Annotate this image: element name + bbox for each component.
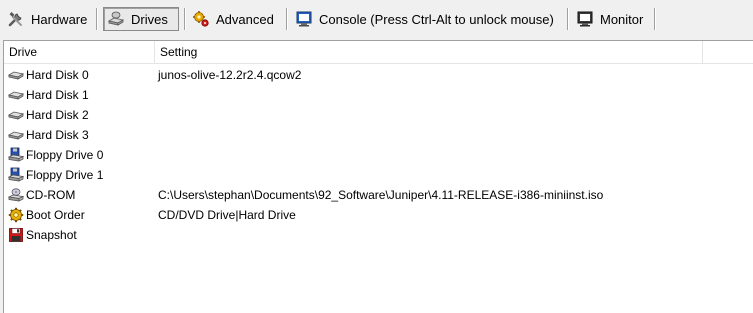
drives-icon bbox=[107, 10, 125, 28]
drive-name: Hard Disk 0 bbox=[26, 68, 89, 82]
drive-name: Floppy Drive 0 bbox=[26, 148, 104, 162]
console-button[interactable]: Console (Press Ctrl-Alt to unlock mouse) bbox=[292, 7, 558, 31]
gears-icon bbox=[192, 10, 210, 28]
cd-rom-icon bbox=[8, 187, 24, 203]
toolbar-separator bbox=[184, 8, 186, 30]
table-row[interactable]: Boot Order CD/DVD Drive|Hard Drive bbox=[4, 205, 753, 225]
drive-name: Hard Disk 3 bbox=[26, 128, 89, 142]
drives-list[interactable]: Drive Setting Hard Disk 0 junos-olive-12… bbox=[3, 40, 753, 313]
hard-disk-icon bbox=[8, 67, 24, 83]
console-label: Console (Press Ctrl-Alt to unlock mouse) bbox=[319, 11, 554, 27]
hard-disk-icon bbox=[8, 107, 24, 123]
drive-name: Snapshot bbox=[26, 228, 77, 242]
drive-name: Boot Order bbox=[26, 208, 85, 222]
drive-setting: CD/DVD Drive|Hard Drive bbox=[158, 208, 296, 222]
table-row[interactable]: CD-ROM C:\Users\stephan\Documents\92_Sof… bbox=[4, 185, 753, 205]
toolbar-separator bbox=[286, 8, 288, 30]
table-row[interactable]: Hard Disk 3 bbox=[4, 125, 753, 145]
list-header: Drive Setting bbox=[4, 41, 753, 64]
advanced-label: Advanced bbox=[216, 11, 274, 27]
floppy-drive-icon bbox=[8, 147, 24, 163]
drives-button[interactable]: Drives bbox=[103, 7, 179, 31]
table-row[interactable]: Snapshot bbox=[4, 225, 753, 245]
boot-order-icon bbox=[8, 207, 24, 223]
monitor-label: Monitor bbox=[600, 11, 644, 27]
table-row[interactable]: Floppy Drive 0 bbox=[4, 145, 753, 165]
table-row[interactable]: Hard Disk 1 bbox=[4, 85, 753, 105]
column-header-setting[interactable]: Setting bbox=[155, 41, 665, 63]
drive-name: Floppy Drive 1 bbox=[26, 168, 104, 182]
hard-disk-icon bbox=[8, 87, 24, 103]
drive-setting: C:\Users\stephan\Documents\92_Software\J… bbox=[158, 188, 604, 202]
hardware-label: Hardware bbox=[31, 11, 88, 27]
toolbar: Hardware Drives Advanced Console (Press … bbox=[0, 0, 753, 38]
floppy-drive-icon bbox=[8, 167, 24, 183]
console-icon bbox=[295, 10, 313, 28]
toolbar-separator bbox=[567, 8, 569, 30]
snapshot-icon bbox=[8, 227, 24, 243]
drive-name: CD-ROM bbox=[26, 188, 76, 202]
hard-disk-icon bbox=[8, 127, 24, 143]
monitor-button[interactable]: Monitor bbox=[573, 7, 647, 31]
drive-name: Hard Disk 1 bbox=[26, 88, 89, 102]
table-row[interactable]: Hard Disk 2 bbox=[4, 105, 753, 125]
drives-label: Drives bbox=[131, 11, 168, 27]
qemu-manager-window: Hardware Drives Advanced Console (Press … bbox=[0, 0, 753, 313]
table-row[interactable]: Floppy Drive 1 bbox=[4, 165, 753, 185]
tools-icon bbox=[7, 10, 25, 28]
drive-name: Hard Disk 2 bbox=[26, 108, 89, 122]
hardware-button[interactable]: Hardware bbox=[4, 7, 91, 31]
column-divider[interactable] bbox=[702, 41, 703, 63]
advanced-button[interactable]: Advanced bbox=[189, 7, 278, 31]
table-row[interactable]: Hard Disk 0 junos-olive-12.2r2.4.qcow2 bbox=[4, 65, 753, 85]
column-header-drive[interactable]: Drive bbox=[4, 41, 154, 63]
monitor-icon bbox=[576, 10, 594, 28]
toolbar-separator bbox=[96, 8, 98, 30]
drive-setting: junos-olive-12.2r2.4.qcow2 bbox=[158, 68, 302, 82]
toolbar-separator bbox=[654, 8, 656, 30]
